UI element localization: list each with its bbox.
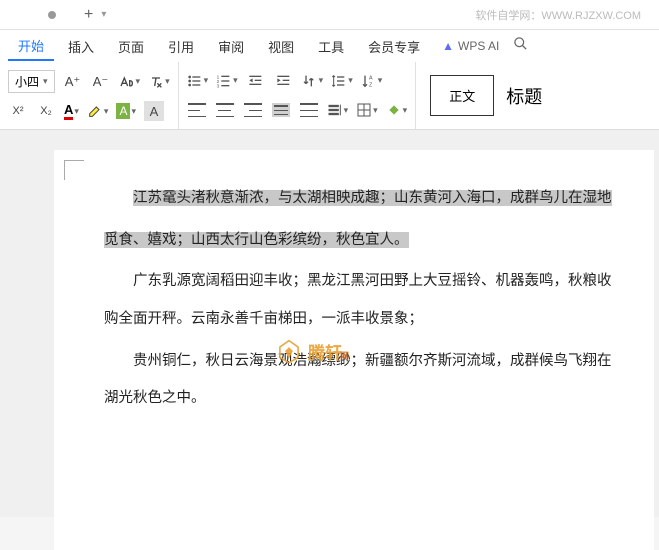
style-normal-button[interactable]: 正文: [430, 75, 494, 116]
watermark-text: 软件自学网：WWW.RJZXW.COM: [475, 7, 641, 23]
text-direction-button[interactable]: ▾: [302, 73, 324, 89]
decrease-font-button[interactable]: A⁻: [91, 72, 111, 92]
document-area: 江苏鼋头渚秋意渐浓，与太湖相映成趣；山东黄河入海口，成群鸟儿在湿地 觅食、嬉戏；…: [0, 130, 659, 517]
wps-ai-button[interactable]: ▲ WPS AI: [442, 39, 499, 53]
style-heading-button[interactable]: 标题: [506, 83, 542, 109]
paragraph-3[interactable]: 贵州铜仁，秋日云海景观浩瀚缥缈；新疆额尔齐斯河流域，成群候鸟飞翔在湖光秋色之中。: [104, 343, 614, 418]
character-shading-button[interactable]: A: [144, 101, 164, 121]
chevron-down-icon: ▾: [233, 75, 238, 86]
menu-bar: 开始 插入 页面 引用 审阅 视图 工具 会员专享 ▲ WPS AI: [0, 30, 659, 62]
chevron-down-icon: ▾: [131, 106, 136, 117]
align-center-button[interactable]: [215, 100, 235, 120]
align-right-button[interactable]: [243, 100, 263, 120]
new-tab-button[interactable]: +: [84, 6, 93, 24]
chevron-down-icon: ▾: [373, 105, 378, 116]
fill-color-button[interactable]: ▾: [386, 102, 408, 118]
chevron-down-icon: ▾: [344, 105, 349, 116]
tab-settings-button[interactable]: ▾: [327, 102, 349, 118]
number-list-button[interactable]: 123 ▾: [216, 73, 238, 89]
menu-page[interactable]: 页面: [108, 33, 154, 60]
title-bar: + ▾ 软件自学网：WWW.RJZXW.COM: [0, 0, 659, 30]
paragraph-1b[interactable]: 觅食、嬉戏；山西太行山色彩缤纷，秋色宜人。: [104, 222, 614, 260]
chevron-down-icon: ▾: [104, 106, 109, 117]
font-size-value: 小四: [15, 73, 39, 90]
style-group: 正文 标题: [416, 62, 556, 129]
toolbar: 小四 ▾ A⁺ A⁻ ▾ ▾ X² X₂ A ▾ ▾: [0, 62, 659, 130]
increase-indent-button[interactable]: [274, 71, 294, 91]
shading-button[interactable]: A ▾: [116, 103, 136, 119]
chevron-down-icon: ▾: [74, 106, 79, 117]
font-size-select[interactable]: 小四 ▾: [8, 70, 55, 93]
border-button[interactable]: ▾: [356, 102, 378, 118]
svg-text:A: A: [369, 75, 373, 81]
line-spacing-button[interactable]: ▾: [331, 73, 353, 89]
tab-indicator-icon: [48, 11, 56, 19]
chevron-down-icon: ▾: [43, 76, 48, 87]
page-corner-icon: [64, 160, 84, 180]
chevron-down-icon: ▾: [319, 75, 324, 86]
clear-format-button[interactable]: ▾: [148, 74, 170, 90]
selected-text: 江苏鼋头渚秋意渐浓，与太湖相映成趣；山东黄河入海口，成群鸟儿在湿地: [133, 190, 612, 206]
highlight-button[interactable]: ▾: [87, 103, 109, 119]
tab-chevron-icon[interactable]: ▾: [101, 9, 106, 20]
menu-member[interactable]: 会员专享: [358, 33, 430, 60]
chevron-down-icon: ▾: [165, 76, 170, 87]
menu-tools[interactable]: 工具: [308, 33, 354, 60]
bullet-list-button[interactable]: ▾: [187, 73, 209, 89]
svg-text:Z: Z: [369, 82, 373, 88]
ai-icon: ▲: [442, 39, 454, 53]
sort-button[interactable]: AZ ▾: [361, 73, 383, 89]
chevron-down-icon: ▾: [348, 75, 353, 86]
paragraph-group: ▾ 123 ▾ ▾ ▾ AZ ▾: [179, 62, 417, 129]
align-distribute-button[interactable]: [299, 100, 319, 120]
svg-text:3: 3: [217, 83, 220, 88]
chevron-down-icon: ▾: [403, 105, 408, 116]
font-group: 小四 ▾ A⁺ A⁻ ▾ ▾ X² X₂ A ▾ ▾: [0, 62, 179, 129]
document-page[interactable]: 江苏鼋头渚秋意渐浓，与太湖相映成趣；山东黄河入海口，成群鸟儿在湿地 觅食、嬉戏；…: [54, 150, 654, 550]
menu-review[interactable]: 审阅: [208, 33, 254, 60]
change-case-button[interactable]: ▾: [119, 74, 141, 90]
wps-ai-label: WPS AI: [458, 39, 499, 53]
menu-insert[interactable]: 插入: [58, 33, 104, 60]
paragraph-1[interactable]: 江苏鼋头渚秋意渐浓，与太湖相映成趣；山东黄河入海口，成群鸟儿在湿地: [104, 180, 614, 218]
chevron-down-icon: ▾: [204, 75, 209, 86]
chevron-down-icon: ▾: [136, 76, 141, 87]
increase-font-button[interactable]: A⁺: [63, 72, 83, 92]
menu-view[interactable]: 视图: [258, 33, 304, 60]
subscript-button[interactable]: X₂: [36, 101, 56, 121]
decrease-indent-button[interactable]: [246, 71, 266, 91]
search-icon[interactable]: [513, 36, 528, 56]
superscript-button[interactable]: X²: [8, 101, 28, 121]
menu-start[interactable]: 开始: [8, 32, 54, 61]
selected-text: 觅食、嬉戏；山西太行山色彩缤纷，秋色宜人。: [104, 232, 409, 248]
menu-reference[interactable]: 引用: [158, 33, 204, 60]
font-color-button[interactable]: A ▾: [64, 102, 79, 120]
chevron-down-icon: ▾: [378, 75, 383, 86]
align-justify-button[interactable]: [271, 100, 291, 120]
align-left-button[interactable]: [187, 100, 207, 120]
paragraph-2[interactable]: 广东乳源宽阔稻田迎丰收；黑龙江黑河田野上大豆摇铃、机器轰鸣，秋粮收购全面开秤。云…: [104, 263, 614, 338]
